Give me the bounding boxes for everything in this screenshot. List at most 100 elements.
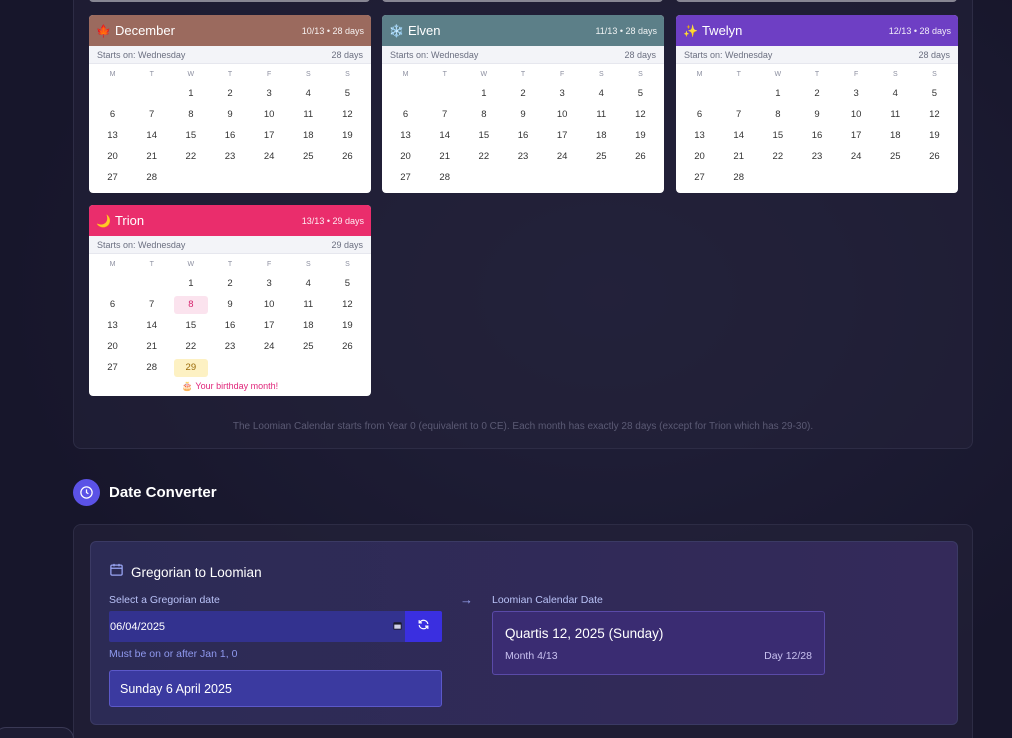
day-cell[interactable]: 14 [132,125,171,146]
day-cell[interactable]: 1 [171,83,210,104]
day-cell[interactable]: 12 [621,104,660,125]
day-cell[interactable]: 5 [915,83,954,104]
day-cell[interactable]: 16 [503,125,542,146]
day-cell[interactable]: 25 [289,146,328,167]
day-cell[interactable]: 25 [582,146,621,167]
day-cell[interactable]: 8 [171,294,210,315]
day-cell[interactable]: 17 [250,315,289,336]
day-cell[interactable]: 28 [132,167,171,188]
day-cell[interactable]: 18 [289,315,328,336]
day-cell[interactable]: 9 [797,104,836,125]
date-picker-icon[interactable] [392,620,403,634]
day-cell[interactable]: 7 [425,104,464,125]
day-cell[interactable]: 24 [250,336,289,357]
day-cell[interactable]: 27 [93,167,132,188]
day-cell[interactable]: 14 [132,315,171,336]
day-cell[interactable]: 12 [328,104,367,125]
day-cell[interactable]: 6 [93,104,132,125]
day-cell[interactable]: 15 [171,125,210,146]
day-cell[interactable]: 23 [503,146,542,167]
day-cell[interactable]: 23 [797,146,836,167]
day-cell[interactable]: 12 [915,104,954,125]
day-cell[interactable]: 28 [132,357,171,378]
day-cell[interactable]: 25 [289,336,328,357]
day-cell[interactable]: 25 [876,146,915,167]
day-cell[interactable]: 21 [719,146,758,167]
day-cell[interactable]: 22 [758,146,797,167]
day-cell[interactable]: 28 [425,167,464,188]
day-cell[interactable]: 6 [680,104,719,125]
day-cell[interactable]: 27 [386,167,425,188]
day-cell[interactable]: 24 [837,146,876,167]
day-cell[interactable]: 4 [582,83,621,104]
day-cell[interactable]: 8 [464,104,503,125]
day-cell[interactable]: 5 [328,83,367,104]
day-cell[interactable]: 1 [171,273,210,294]
day-cell[interactable]: 19 [621,125,660,146]
day-cell[interactable]: 18 [582,125,621,146]
day-cell[interactable]: 3 [250,273,289,294]
day-cell[interactable]: 18 [289,125,328,146]
day-cell[interactable]: 19 [915,125,954,146]
day-cell[interactable]: 14 [719,125,758,146]
day-cell[interactable]: 13 [680,125,719,146]
day-cell[interactable]: 11 [289,104,328,125]
day-cell[interactable]: 10 [250,104,289,125]
day-cell[interactable]: 20 [93,336,132,357]
day-cell[interactable]: 22 [171,146,210,167]
day-cell[interactable]: 11 [876,104,915,125]
day-cell[interactable]: 2 [210,273,249,294]
day-cell[interactable]: 8 [171,104,210,125]
gregorian-date-input[interactable]: 06/04/2025 [109,611,405,642]
day-cell[interactable]: 23 [210,146,249,167]
day-cell[interactable]: 15 [171,315,210,336]
day-cell[interactable]: 10 [543,104,582,125]
day-cell[interactable]: 14 [425,125,464,146]
day-cell[interactable]: 27 [680,167,719,188]
day-cell[interactable]: 21 [425,146,464,167]
day-cell[interactable]: 6 [386,104,425,125]
day-cell[interactable]: 18 [876,125,915,146]
day-cell[interactable]: 28 [719,167,758,188]
day-cell[interactable]: 20 [680,146,719,167]
day-cell[interactable]: 17 [543,125,582,146]
day-cell[interactable]: 20 [386,146,425,167]
day-cell[interactable]: 16 [210,315,249,336]
day-cell[interactable]: 16 [210,125,249,146]
day-cell[interactable]: 8 [758,104,797,125]
refresh-button[interactable] [405,611,442,642]
day-cell[interactable]: 2 [503,83,542,104]
day-cell[interactable]: 1 [758,83,797,104]
day-cell[interactable]: 29 [171,357,210,378]
day-cell[interactable]: 1 [464,83,503,104]
day-cell[interactable]: 20 [93,146,132,167]
day-cell[interactable]: 6 [93,294,132,315]
day-cell[interactable]: 23 [210,336,249,357]
day-cell[interactable]: 13 [386,125,425,146]
day-cell[interactable]: 21 [132,146,171,167]
day-cell[interactable]: 4 [289,83,328,104]
day-cell[interactable]: 10 [837,104,876,125]
day-cell[interactable]: 16 [797,125,836,146]
day-cell[interactable]: 4 [289,273,328,294]
day-cell[interactable]: 24 [250,146,289,167]
day-cell[interactable]: 21 [132,336,171,357]
day-cell[interactable]: 26 [328,336,367,357]
day-cell[interactable]: 19 [328,315,367,336]
day-cell[interactable]: 26 [328,146,367,167]
day-cell[interactable]: 3 [250,83,289,104]
day-cell[interactable]: 17 [250,125,289,146]
day-cell[interactable]: 22 [171,336,210,357]
day-cell[interactable]: 7 [719,104,758,125]
day-cell[interactable]: 11 [582,104,621,125]
day-cell[interactable]: 17 [837,125,876,146]
day-cell[interactable]: 3 [837,83,876,104]
day-cell[interactable]: 10 [250,294,289,315]
day-cell[interactable]: 5 [328,273,367,294]
day-cell[interactable]: 7 [132,104,171,125]
day-cell[interactable]: 2 [210,83,249,104]
day-cell[interactable]: 26 [621,146,660,167]
day-cell[interactable]: 13 [93,315,132,336]
day-cell[interactable]: 26 [915,146,954,167]
day-cell[interactable]: 9 [210,104,249,125]
